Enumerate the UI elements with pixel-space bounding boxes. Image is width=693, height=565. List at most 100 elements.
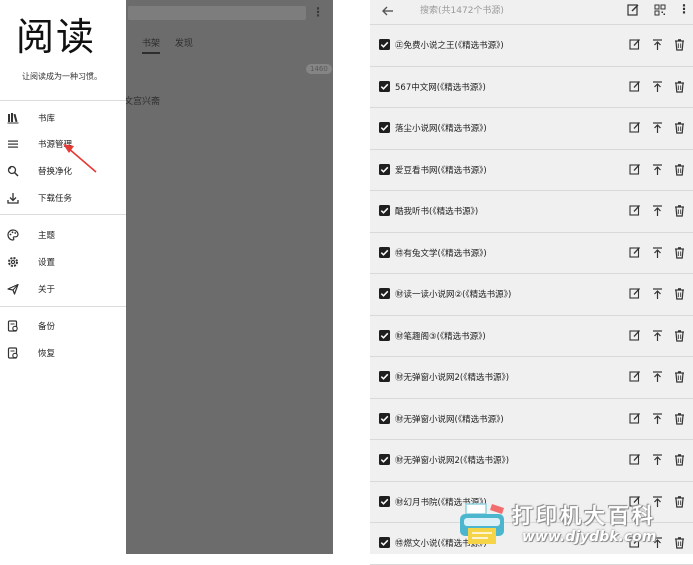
source-row[interactable]: ㊣免费小说之王(《精选书源》) [370, 25, 693, 67]
qr-code-icon[interactable] [653, 3, 667, 17]
delete-icon[interactable] [673, 287, 686, 300]
delete-icon[interactable] [673, 121, 686, 134]
nav-label: 设置 [38, 258, 56, 268]
list-icon [8, 140, 18, 148]
check-icon [380, 332, 389, 339]
checkbox[interactable] [379, 537, 390, 548]
edit-icon[interactable] [628, 121, 641, 134]
delete-icon[interactable] [673, 204, 686, 217]
source-name: 567中文网(《精选书源》) [395, 82, 486, 93]
library-icon [7, 113, 19, 124]
check-icon [380, 166, 389, 173]
nav-label: 书源管理 [38, 140, 73, 150]
source-list: ㊣免费小说之王(《精选书源》) 567中文网(《精选书源》) 落尘小说网(《精选… [370, 25, 693, 565]
checkbox[interactable] [379, 329, 390, 341]
delete-icon[interactable] [673, 80, 686, 93]
source-row[interactable]: 酷我听书(《精选书源》) [370, 191, 693, 233]
nav-item-source-manage[interactable]: 书源管理 [0, 134, 126, 154]
nav-item-library[interactable]: 书库 [0, 108, 126, 128]
move-to-top-icon[interactable] [651, 287, 664, 300]
checkbox[interactable] [379, 80, 390, 92]
delete-icon[interactable] [673, 38, 686, 51]
checkbox[interactable] [379, 39, 390, 50]
more-icon[interactable]: ⋮ [678, 2, 690, 16]
edit-icon[interactable] [628, 246, 641, 259]
source-name: ㊖读一读小说网②(《精选书源》) [395, 290, 512, 300]
source-name: ㊣免费小说之王(《精选书源》) [395, 41, 504, 51]
nav-item-theme[interactable]: 主题 [0, 225, 126, 245]
move-to-top-icon[interactable] [651, 453, 664, 466]
edit-icon[interactable] [628, 80, 641, 93]
checkbox[interactable] [379, 288, 390, 299]
checkbox[interactable] [379, 205, 390, 216]
checkbox[interactable] [379, 163, 390, 175]
source-row[interactable]: ㊖读一读小说网②(《精选书源》) [370, 274, 693, 316]
edit-icon[interactable] [628, 287, 641, 300]
move-to-top-icon[interactable] [651, 329, 664, 342]
source-row[interactable]: ㊖无弹窗小说网2(《精选书源》) [370, 440, 693, 482]
check-icon [380, 83, 389, 90]
nav-item-backup[interactable]: 备份 [0, 316, 126, 336]
source-row[interactable]: 567中文网(《精选书源》) [370, 67, 693, 108]
nav-item-replace[interactable]: 替换净化 [0, 161, 126, 181]
delete-icon[interactable] [673, 412, 686, 425]
checkbox[interactable] [379, 495, 390, 507]
delete-icon[interactable] [673, 329, 686, 342]
source-row[interactable]: ㊖无弹窗小说网(《精选书源》) [370, 399, 693, 440]
delete-icon[interactable] [673, 246, 686, 259]
source-row[interactable]: ㊖笔趣阁③(《精选书源》) [370, 316, 693, 357]
delete-icon[interactable] [673, 163, 686, 176]
nav-item-restore[interactable]: 恢复 [0, 343, 126, 363]
source-name: 酷我听书(《精选书源》) [395, 207, 479, 217]
app-tagline: 让阅读成为一种习惯。 [22, 72, 102, 81]
background-book-title: 文宫兴斋 [124, 97, 161, 107]
nav-label: 关于 [38, 285, 56, 295]
nav-item-settings[interactable]: 设置 [0, 252, 126, 272]
move-to-top-icon[interactable] [651, 370, 664, 383]
nav-item-download[interactable]: 下载任务 [0, 188, 126, 208]
edit-icon[interactable] [628, 370, 641, 383]
app-name: 阅读 [16, 15, 97, 59]
source-row[interactable]: 落尘小说网(《精选书源》) [370, 108, 693, 150]
checkbox[interactable] [379, 454, 390, 465]
source-row[interactable]: ㊕有兔文学(《精选书源》) [370, 233, 693, 274]
back-arrow-icon[interactable] [380, 3, 396, 19]
move-to-top-icon[interactable] [651, 204, 664, 217]
background-count-badge: 1460 [306, 64, 332, 74]
source-toolbar: 搜索(共1472个书源) ⋮ [370, 0, 693, 25]
check-icon [380, 249, 389, 256]
edit-icon[interactable] [628, 38, 641, 51]
checkbox[interactable] [379, 412, 390, 424]
edit-icon[interactable] [628, 453, 641, 466]
watermark-url: www.djydbk.com [522, 529, 657, 545]
move-to-top-icon[interactable] [651, 121, 664, 134]
move-to-top-icon[interactable] [651, 163, 664, 176]
delete-icon[interactable] [673, 453, 686, 466]
watermark: 打印机大百科 www.djydbk.com [458, 496, 693, 554]
checkbox[interactable] [379, 122, 390, 133]
source-name: ㊖无弹窗小说网(《精选书源》) [395, 414, 504, 425]
edit-icon[interactable] [628, 163, 641, 176]
search-input[interactable]: 搜索(共1472个书源) [420, 3, 504, 16]
delete-icon[interactable] [673, 370, 686, 383]
checkbox[interactable] [379, 371, 390, 382]
move-to-top-icon[interactable] [651, 80, 664, 93]
move-to-top-icon[interactable] [651, 38, 664, 51]
checkbox[interactable] [379, 246, 390, 258]
nav-label: 主题 [38, 231, 56, 241]
edit-icon[interactable] [628, 204, 641, 217]
edit-icon[interactable] [628, 412, 641, 425]
move-to-top-icon[interactable] [651, 246, 664, 259]
move-to-top-icon[interactable] [651, 412, 664, 425]
check-icon [380, 539, 389, 546]
source-name: 爱豆看书网(《精选书源》) [395, 165, 487, 176]
source-row[interactable]: 爱豆看书网(《精选书源》) [370, 150, 693, 191]
edit-icon[interactable] [626, 3, 640, 17]
drawer-divider [0, 100, 126, 101]
tab-bookshelf: 书架 [142, 39, 161, 54]
nav-item-about[interactable]: 关于 [0, 279, 126, 299]
edit-icon[interactable] [628, 329, 641, 342]
source-name: ㊖无弹窗小说网2(《精选书源》) [395, 373, 510, 383]
watermark-text: 打印机大百科 [512, 504, 656, 528]
source-row[interactable]: ㊖无弹窗小说网2(《精选书源》) [370, 357, 693, 399]
